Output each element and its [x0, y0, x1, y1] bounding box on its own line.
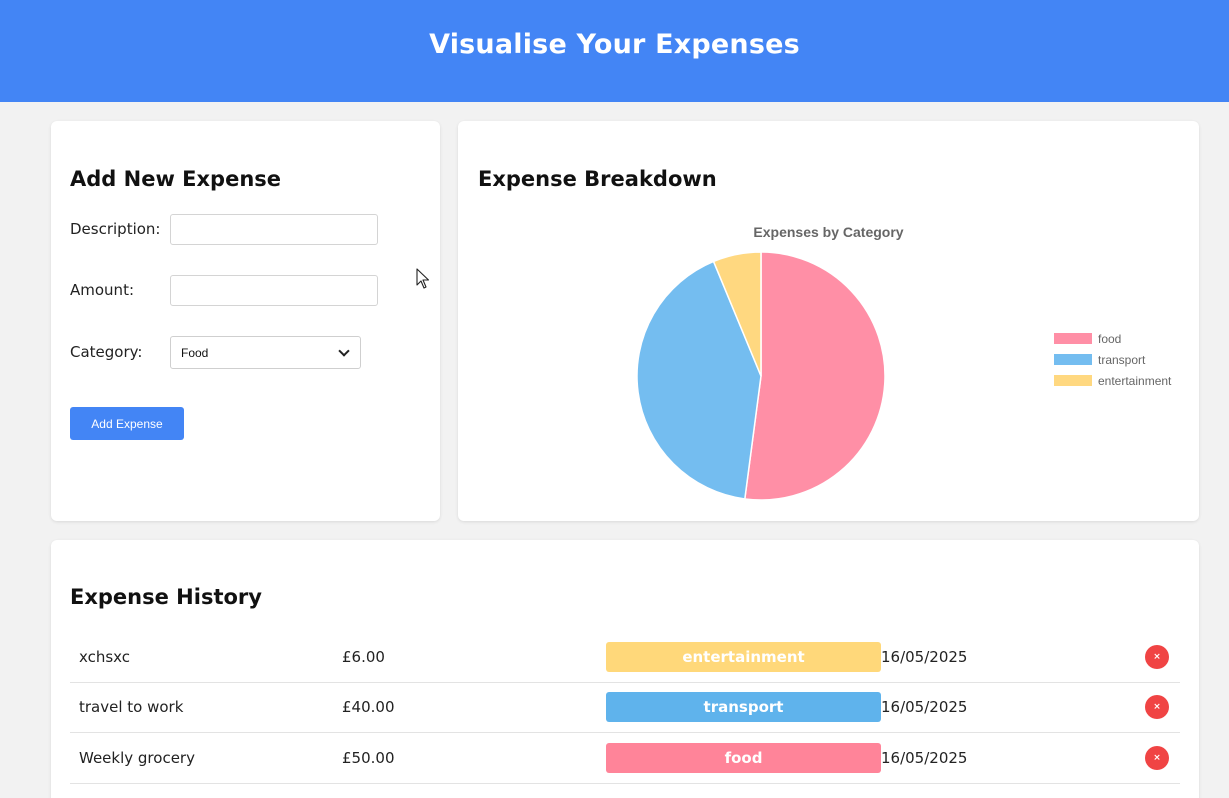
legend-label: entertainment	[1098, 373, 1172, 388]
expense-description: travel to work	[79, 698, 184, 717]
pie-slice-food[interactable]	[743, 251, 886, 501]
category-select-value: Food	[181, 345, 209, 360]
expense-date: 16/05/2025	[881, 698, 968, 717]
expense-date: 16/05/2025	[881, 748, 968, 767]
category-select[interactable]: Food	[170, 336, 361, 369]
expense-history-heading: Expense History	[70, 585, 262, 609]
expense-history-list: xchsxc £6.00 entertainment 16/05/2025 × …	[70, 632, 1180, 784]
legend-swatch	[1054, 375, 1092, 386]
legend-item-entertainment[interactable]: entertainment	[1054, 370, 1171, 391]
description-input[interactable]	[170, 214, 378, 245]
category-badge: food	[606, 742, 881, 773]
delete-button[interactable]: ×	[1145, 644, 1169, 669]
expense-description: xchsxc	[79, 647, 131, 666]
expense-breakdown-card: Expense Breakdown Expenses by Category f…	[458, 121, 1199, 521]
add-expense-button[interactable]: Add Expense	[70, 407, 184, 440]
category-label: Category:	[70, 343, 143, 361]
expense-date: 16/05/2025	[881, 647, 968, 666]
legend-swatch	[1054, 333, 1092, 344]
add-expense-card: Add New Expense Description: Amount: Cat…	[51, 121, 440, 521]
pie-chart	[636, 251, 886, 501]
delete-button[interactable]: ×	[1145, 695, 1169, 720]
expense-row: xchsxc £6.00 entertainment 16/05/2025 ×	[70, 632, 1180, 683]
page-header: Visualise Your Expenses	[0, 0, 1229, 102]
expense-amount: £40.00	[342, 698, 395, 717]
add-expense-heading: Add New Expense	[70, 167, 282, 191]
legend-label: food	[1098, 331, 1122, 346]
expense-description: Weekly grocery	[79, 748, 195, 767]
expense-row: travel to work £40.00 transport 16/05/20…	[70, 683, 1180, 733]
chart-legend: food transport entertainment	[1054, 328, 1171, 391]
legend-item-transport[interactable]: transport	[1054, 349, 1171, 370]
amount-input[interactable]	[170, 275, 378, 306]
expense-amount: £6.00	[342, 647, 385, 666]
expense-amount: £50.00	[342, 748, 395, 767]
chevron-down-icon	[338, 344, 350, 357]
legend-item-food[interactable]: food	[1054, 328, 1171, 349]
description-label: Description:	[70, 220, 161, 238]
expense-row: Weekly grocery £50.00 food 16/05/2025 ×	[70, 733, 1180, 784]
category-badge: entertainment	[606, 641, 881, 672]
legend-swatch	[1054, 354, 1092, 365]
expense-history-card: Expense History xchsxc £6.00 entertainme…	[51, 540, 1199, 798]
legend-label: transport	[1098, 352, 1146, 367]
category-badge: transport	[606, 692, 881, 723]
delete-button[interactable]: ×	[1145, 745, 1169, 770]
mouse-cursor-icon	[416, 268, 430, 289]
amount-label: Amount:	[70, 281, 134, 299]
page-title: Visualise Your Expenses	[429, 28, 800, 60]
